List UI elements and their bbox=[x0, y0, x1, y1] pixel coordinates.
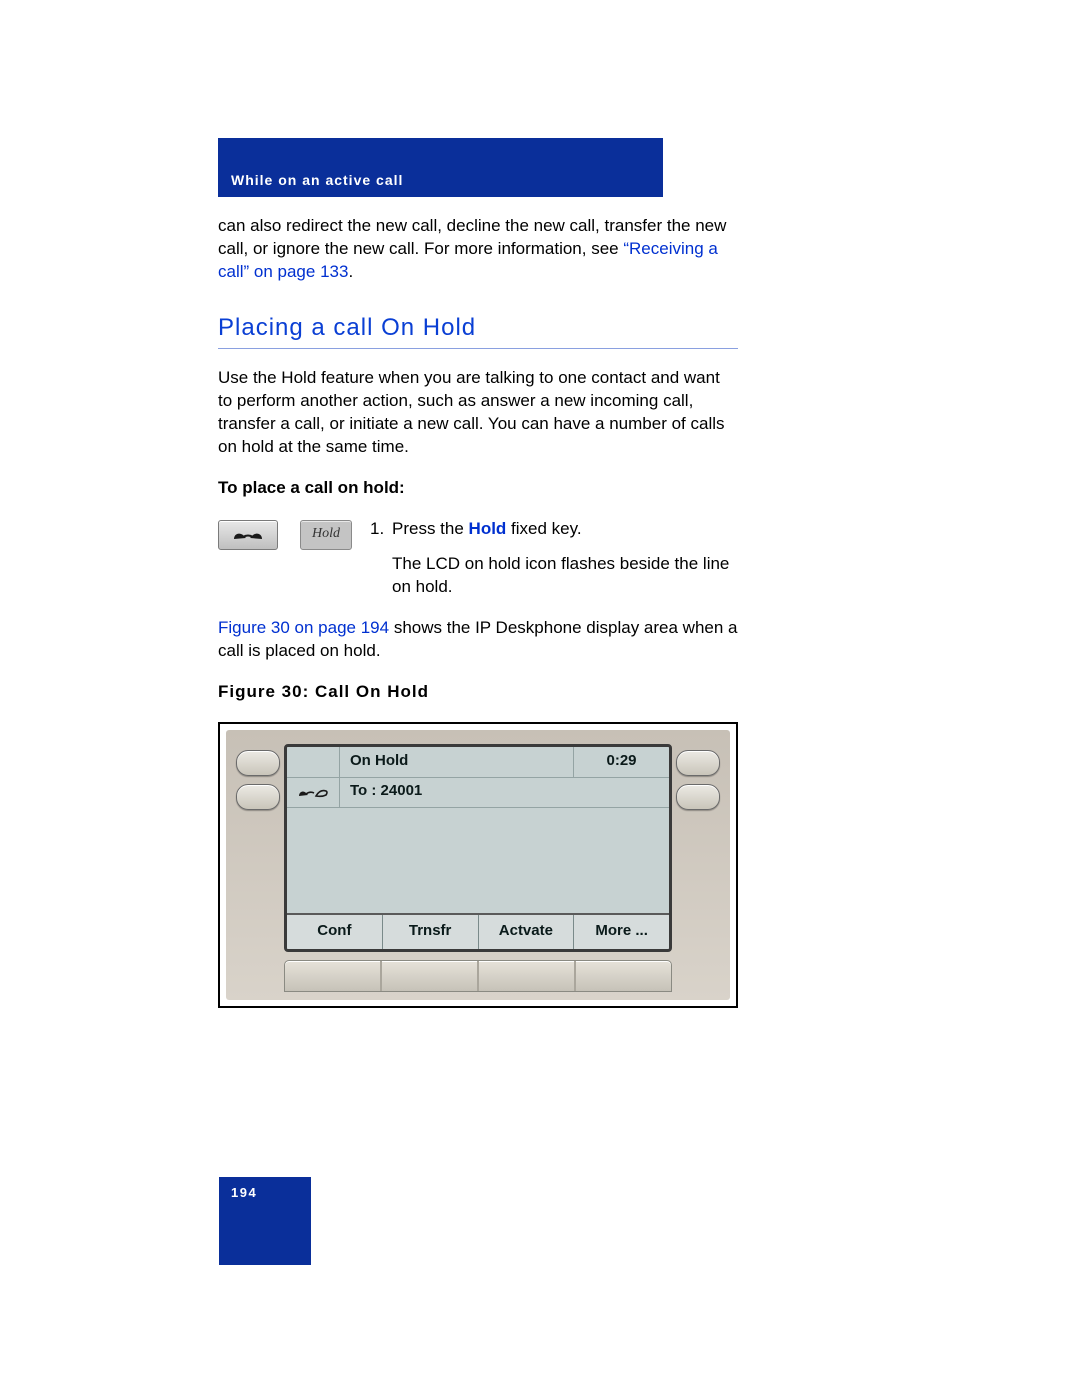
phone-body: On Hold 0:29 To : 24001 bbox=[226, 730, 730, 1000]
softkey-activate: Actvate bbox=[479, 915, 575, 949]
page-content: can also redirect the new call, decline … bbox=[218, 215, 738, 1008]
section-rule bbox=[218, 348, 738, 349]
page-number: 194 bbox=[231, 1184, 257, 1202]
phone-softkey-button bbox=[479, 961, 576, 991]
header-band: While on an active call bbox=[218, 138, 663, 197]
step-text-after: fixed key. bbox=[506, 519, 581, 538]
lcd-col-empty bbox=[287, 747, 340, 777]
phone-softkey-button bbox=[285, 961, 382, 991]
phone-side-button bbox=[236, 750, 280, 776]
phone-softkey-button bbox=[382, 961, 479, 991]
softkey-conf: Conf bbox=[287, 915, 383, 949]
step-row: Hold 1.Press the Hold fixed key. The LCD… bbox=[218, 518, 738, 599]
lcd-row-status: On Hold 0:29 bbox=[287, 747, 669, 778]
figure-frame: On Hold 0:29 To : 24001 bbox=[218, 722, 738, 1008]
phone-right-buttons bbox=[674, 750, 720, 810]
step-followup: The LCD on hold icon flashes beside the … bbox=[370, 553, 738, 599]
phone-screen: On Hold 0:29 To : 24001 bbox=[284, 744, 672, 952]
intro-paragraph: can also redirect the new call, decline … bbox=[218, 215, 738, 284]
step-text-before: Press the bbox=[392, 519, 469, 538]
phone-side-button bbox=[676, 784, 720, 810]
phone-left-buttons bbox=[236, 750, 282, 810]
lcd-col-empty bbox=[574, 777, 669, 807]
intro-text-after-link: . bbox=[348, 262, 353, 281]
step-key-name: Hold bbox=[469, 519, 507, 538]
figure-reference-paragraph: Figure 30 on page 194 shows the IP Deskp… bbox=[218, 617, 738, 663]
on-hold-icon bbox=[287, 777, 340, 807]
section-body: Use the Hold feature when you are talkin… bbox=[218, 367, 738, 459]
key-icons-group: Hold bbox=[218, 518, 352, 550]
phone-softkey-button bbox=[576, 961, 671, 991]
hold-label-key-icon: Hold bbox=[300, 520, 352, 550]
softkey-transfer: Trnsfr bbox=[383, 915, 479, 949]
hold-key-icon bbox=[218, 520, 278, 550]
phone-side-button bbox=[236, 784, 280, 810]
section-heading: Placing a call On Hold bbox=[218, 312, 738, 344]
figure-reference-link[interactable]: Figure 30 on page 194 bbox=[218, 618, 389, 637]
softkey-row: Conf Trnsfr Actvate More ... bbox=[287, 913, 669, 949]
lcd-destination-text: To : 24001 bbox=[340, 777, 574, 807]
lcd-status-text: On Hold bbox=[340, 747, 574, 777]
phone-softkey-button-strip bbox=[284, 960, 672, 992]
phone-side-button bbox=[676, 750, 720, 776]
running-head: While on an active call bbox=[231, 171, 403, 190]
step-number: 1. bbox=[370, 518, 392, 541]
figure-caption: Figure 30: Call On Hold bbox=[218, 681, 738, 704]
step-text: 1.Press the Hold fixed key. The LCD on h… bbox=[370, 518, 738, 599]
softkey-more: More ... bbox=[574, 915, 669, 949]
procedure-subhead: To place a call on hold: bbox=[218, 477, 738, 500]
lcd-row-destination: To : 24001 bbox=[287, 777, 669, 808]
lcd-timer: 0:29 bbox=[574, 747, 669, 777]
lcd-area: On Hold 0:29 To : 24001 bbox=[287, 747, 669, 913]
footer-band: 194 bbox=[219, 1177, 311, 1265]
document-page: While on an active call can also redirec… bbox=[0, 0, 1080, 1397]
